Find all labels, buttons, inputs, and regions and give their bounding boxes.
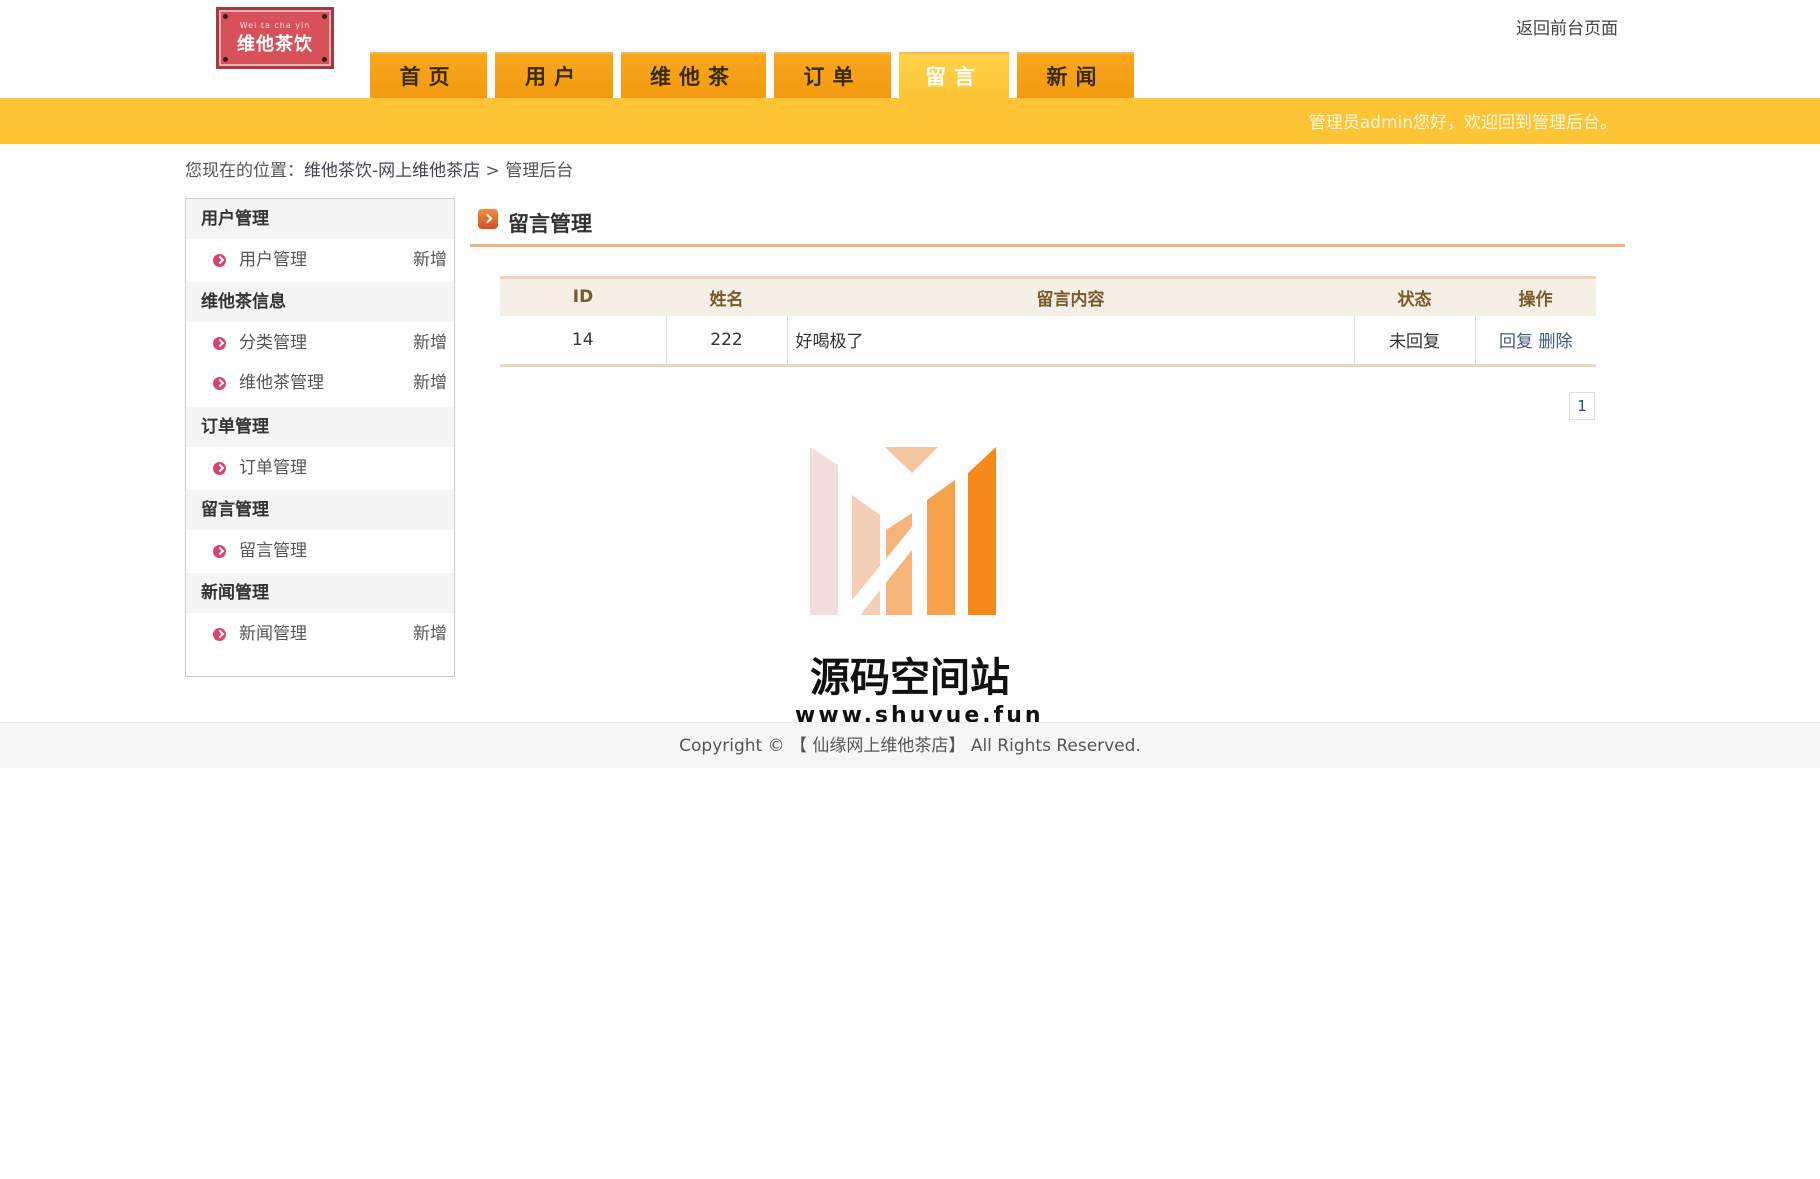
- sidebar-group-orders: 订单管理: [186, 407, 454, 447]
- header-banner: 管理员admin您好，欢迎回到管理后台。: [0, 98, 1820, 144]
- cell-status: 未回复: [1353, 315, 1475, 367]
- watermark: 源码空间站 www.shuyue.fun: [795, 445, 1041, 735]
- footer: Copyright © 【 仙缘网上维他茶店】 All Rights Reser…: [0, 722, 1820, 768]
- arrow-bullet-icon: [213, 628, 226, 641]
- logo-rivet: [223, 14, 228, 19]
- watermark-title: 源码空间站: [810, 655, 1010, 701]
- table-row: 14 222 好喝极了 未回复 回复 删除: [500, 315, 1596, 367]
- nav-tab-orders[interactable]: 订单: [774, 52, 891, 98]
- sidebar-add-link[interactable]: 新增: [413, 322, 447, 365]
- breadcrumb-separator: >: [485, 161, 500, 181]
- logo-text: 维他茶饮: [237, 33, 313, 55]
- copyright-text: Copyright © 【 仙缘网上维他茶店】 All Rights Reser…: [679, 736, 1141, 756]
- sidebar-item-label[interactable]: 新闻管理: [239, 613, 307, 656]
- reply-link[interactable]: 回复: [1499, 332, 1533, 352]
- main-nav: 首页 用户 维他茶 订单 留言 新闻: [370, 52, 1142, 98]
- welcome-text: 管理员admin您好，欢迎回到管理后台。: [1308, 113, 1617, 133]
- sidebar-group-news: 新闻管理: [186, 573, 454, 613]
- arrow-bullet-icon: [213, 462, 226, 475]
- arrow-bullet-icon: [213, 337, 226, 350]
- column-header-actions: 操作: [1518, 289, 1553, 310]
- nav-tab-home[interactable]: 首页: [370, 52, 487, 98]
- breadcrumb-site-link[interactable]: 维他茶饮-网上维他茶店: [304, 161, 480, 181]
- sidebar-item-order-manage[interactable]: 订单管理: [186, 447, 454, 490]
- site-logo[interactable]: Wei ta cha yin 维他茶饮: [216, 7, 334, 69]
- logo-rivet: [223, 57, 228, 62]
- sidebar-item-user-manage[interactable]: 用户管理 新增: [186, 239, 454, 282]
- column-header-id: ID: [572, 287, 594, 308]
- breadcrumb-current: 管理后台: [505, 161, 574, 181]
- sidebar-group-users: 用户管理: [186, 199, 454, 239]
- sidebar-group-messages: 留言管理: [186, 490, 454, 530]
- table-header-row: ID 姓名 留言内容 状态 操作: [500, 277, 1596, 316]
- sidebar-item-category-manage[interactable]: 分类管理 新增: [186, 322, 454, 365]
- delete-link[interactable]: 删除: [1538, 332, 1572, 352]
- sidebar-item-label[interactable]: 用户管理: [239, 239, 307, 282]
- nav-tab-tea[interactable]: 维他茶: [621, 52, 766, 98]
- message-table: ID 姓名 留言内容 状态 操作 14 222 好喝极了 未回复 回复 删除: [500, 276, 1596, 367]
- sidebar-add-link[interactable]: 新增: [413, 613, 447, 656]
- sidebar-add-link[interactable]: 新增: [413, 239, 447, 282]
- arrow-bullet-icon: [213, 377, 226, 390]
- sidebar-item-message-manage[interactable]: 留言管理: [186, 530, 454, 573]
- nav-tab-users[interactable]: 用户: [495, 52, 613, 98]
- cell-actions: 回复 删除: [1474, 315, 1596, 367]
- cell-content: 好喝极了: [786, 315, 1354, 367]
- breadcrumb: 您现在的位置：维他茶饮-网上维他茶店 > 管理后台: [185, 156, 573, 181]
- sidebar-item-label[interactable]: 分类管理: [239, 322, 307, 365]
- cell-name: 222: [665, 315, 787, 367]
- arrow-bullet-icon: [213, 545, 226, 558]
- sidebar-item-label[interactable]: 订单管理: [239, 447, 307, 490]
- back-to-frontend-link[interactable]: 返回前台页面: [1516, 14, 1618, 39]
- breadcrumb-prefix: 您现在的位置：: [185, 161, 304, 181]
- title-divider: [470, 244, 1625, 247]
- nav-tab-messages[interactable]: 留言: [899, 52, 1009, 98]
- column-header-name: 姓名: [709, 289, 744, 310]
- logo-rivet: [322, 57, 327, 62]
- sidebar-item-label[interactable]: 维他茶管理: [239, 365, 324, 401]
- arrow-bullet-icon: [213, 254, 226, 267]
- logo-subtext: Wei ta cha yin: [239, 20, 311, 30]
- sidebar-group-tea-info: 维他茶信息: [186, 282, 454, 322]
- sidebar-item-label[interactable]: 留言管理: [239, 530, 307, 573]
- sidebar-item-news-manage[interactable]: 新闻管理 新增: [186, 613, 454, 656]
- section-arrow-icon: [478, 209, 498, 229]
- nav-tab-news[interactable]: 新闻: [1017, 52, 1134, 98]
- sidebar-item-tea-manage[interactable]: 维他茶管理 新增: [186, 365, 454, 407]
- cell-id: 14: [500, 315, 666, 367]
- admin-sidebar: 用户管理 用户管理 新增 维他茶信息 分类管理 新增 维他茶管理 新增 订单管理…: [185, 198, 455, 677]
- watermark-logo-icon: [810, 447, 996, 615]
- pagination-page-1[interactable]: 1: [1569, 392, 1595, 420]
- logo-rivet: [322, 14, 327, 19]
- column-header-content: 留言内容: [1036, 289, 1105, 310]
- column-header-status: 状态: [1397, 289, 1432, 310]
- page-title: 留言管理: [508, 212, 592, 236]
- sidebar-add-link[interactable]: 新增: [413, 365, 447, 401]
